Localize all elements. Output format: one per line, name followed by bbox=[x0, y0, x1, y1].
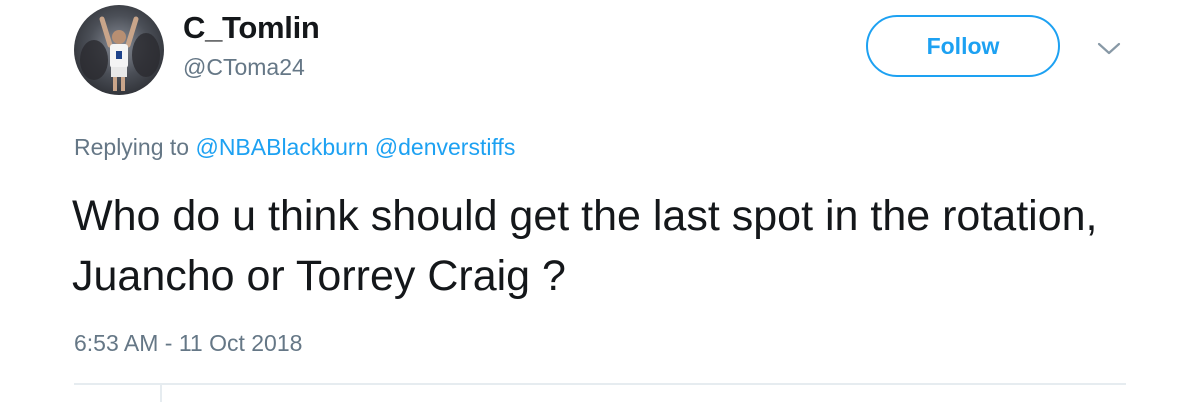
follow-button[interactable]: Follow bbox=[866, 15, 1060, 77]
display-name[interactable]: C_Tomlin bbox=[183, 10, 320, 46]
mention-link[interactable]: @denverstiffs bbox=[375, 134, 516, 160]
replying-to: Replying to @NBABlackburn @denverstiffs bbox=[74, 134, 515, 161]
player-photo-icon bbox=[80, 16, 160, 91]
replying-to-label: Replying to bbox=[74, 134, 190, 160]
tweet-timestamp[interactable]: 6:53 AM - 11 Oct 2018 bbox=[74, 330, 302, 357]
avatar[interactable] bbox=[74, 5, 164, 95]
user-handle[interactable]: @CToma24 bbox=[183, 54, 305, 81]
divider bbox=[160, 385, 162, 402]
divider bbox=[74, 383, 1126, 385]
mention-link[interactable]: @NBABlackburn bbox=[195, 134, 368, 160]
tweet-text: Who do u think should get the last spot … bbox=[72, 192, 1098, 300]
chevron-down-icon[interactable] bbox=[1096, 36, 1122, 62]
